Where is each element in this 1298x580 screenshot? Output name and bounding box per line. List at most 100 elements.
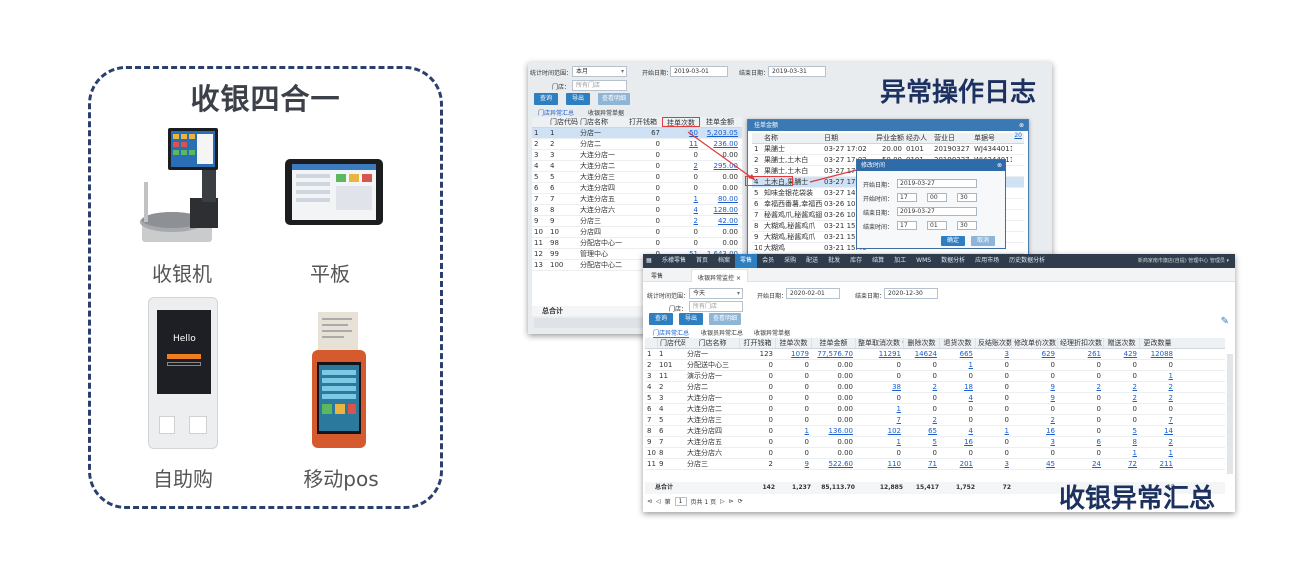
table-cell[interactable]: 1 [855, 404, 903, 414]
next-page-icon[interactable]: ▷ [720, 498, 725, 505]
nav-item[interactable]: 历史数据分析 [1004, 254, 1050, 268]
table-cell[interactable]: 9 [1011, 393, 1057, 403]
table-row[interactable]: 2 101 分配送中心三 0 0 0.00 0 0 1 0 0 0 0 0 [645, 360, 1225, 371]
column-header[interactable]: 反结账次数 [975, 338, 1011, 348]
column-header[interactable]: 挂单金额 [811, 338, 855, 348]
table-cell[interactable]: 3 [1011, 437, 1057, 447]
table-cell[interactable]: 2 [903, 382, 939, 392]
table-cell[interactable]: 2 [1139, 393, 1175, 403]
table-cell[interactable]: 2 [1139, 382, 1175, 392]
table-cell[interactable]: 2 [1011, 415, 1057, 425]
store-input[interactable]: 所有门店 [572, 80, 627, 91]
nav-item[interactable]: 数据分析 [936, 254, 970, 268]
end-minute[interactable]: 01 [927, 221, 947, 230]
close-icon[interactable]: ⊗ [1019, 120, 1024, 131]
table-cell[interactable]: 9 [1011, 382, 1057, 392]
table-cell[interactable]: 102 [855, 426, 903, 436]
tab-cashier-summary[interactable]: 收银员异常汇总 [701, 328, 743, 337]
table-row[interactable]: 6 4 大连分店二 0 0 0.00 1 0 0 0 0 0 0 0 [645, 404, 1225, 415]
column-header[interactable]: 整单取消次数 ▾ [855, 338, 903, 348]
nav-item[interactable]: 应用市场 [970, 254, 1004, 268]
column-header[interactable]: 挂单次数 [775, 338, 811, 348]
table-row[interactable]: 11 9 分店三 2 9 522.60 110 71 201 3 45 24 72 211 [645, 459, 1225, 470]
edit-icon[interactable]: ✎ [1221, 316, 1229, 327]
export-button[interactable]: 导出 [566, 93, 590, 105]
refresh-icon[interactable]: ⟳ [738, 498, 743, 505]
store-input[interactable]: 所有门店 [689, 301, 743, 312]
cancel-button[interactable]: 取消 [971, 236, 995, 246]
start-second[interactable]: 30 [957, 193, 977, 202]
table-cell[interactable]: 72 [1103, 459, 1139, 469]
table-cell[interactable]: 1 [975, 426, 1011, 436]
end-date-field[interactable]: 2019-03-27 [897, 207, 977, 216]
start-minute[interactable]: 00 [927, 193, 947, 202]
table-cell[interactable]: 2 [903, 415, 939, 425]
tab-cashier-docs[interactable]: 收银异常单据 [754, 328, 790, 337]
page-link[interactable]: 20 [1014, 132, 1022, 139]
table-cell[interactable]: 18 [939, 382, 975, 392]
range-select[interactable]: 本月 ▾ [572, 66, 627, 77]
table-cell[interactable]: 211 [1139, 459, 1175, 469]
grid-menu-icon[interactable]: ▦ [643, 254, 657, 268]
table-cell[interactable]: 71 [903, 459, 939, 469]
column-header[interactable]: 打开钱箱 [739, 338, 775, 348]
table-cell[interactable]: 77,576.70 [811, 349, 855, 359]
table-cell[interactable]: 14 [1139, 426, 1175, 436]
table-cell[interactable]: 2 [1139, 437, 1175, 447]
table-cell[interactable]: 11291 [855, 349, 903, 359]
table-cell[interactable]: 14624 [903, 349, 939, 359]
start-date-input[interactable]: 2020-02-01 [786, 288, 840, 299]
nav-item[interactable]: 结算 [867, 254, 889, 268]
table-row[interactable]: 3 11 演示分店一 0 0 0.00 0 0 0 0 0 0 0 1 [645, 371, 1225, 382]
table-cell[interactable]: 1079 [775, 349, 811, 359]
nav-item[interactable]: 采购 [779, 254, 801, 268]
table-cell[interactable]: 7 [855, 415, 903, 425]
tab-cashier-docs[interactable]: 收银异常单据 [588, 108, 624, 117]
table-cell[interactable]: 1 [1103, 448, 1139, 458]
tab-store-summary[interactable]: 门店异常汇总 [653, 328, 690, 338]
column-header[interactable]: 门店代码 [657, 338, 685, 348]
table-cell[interactable]: 38 [855, 382, 903, 392]
table-row[interactable]: 10 8 大连分店六 0 0 0.00 0 0 0 0 0 0 1 1 [645, 448, 1225, 459]
tab-abnormal-monitor[interactable]: 收银异常监控 × [691, 269, 748, 282]
table-cell[interactable]: 201 [939, 459, 975, 469]
export-button[interactable]: 导出 [679, 313, 703, 325]
table-cell[interactable]: 1 [1139, 371, 1175, 381]
table-cell[interactable]: 3 [975, 349, 1011, 359]
table-cell[interactable]: 1 [1139, 448, 1175, 458]
table-cell[interactable]: 8 [1103, 437, 1139, 447]
table-cell[interactable]: 3 [975, 459, 1011, 469]
nav-item[interactable]: 零售 [735, 254, 758, 268]
table-cell[interactable]: 16 [939, 437, 975, 447]
column-header[interactable]: 删除次数 [903, 338, 939, 348]
nav-item[interactable]: 加工 [889, 254, 911, 268]
view-detail-button[interactable]: 查看明细 [709, 313, 741, 325]
table-cell[interactable]: 429 [1103, 349, 1139, 359]
end-hour[interactable]: 17 [897, 221, 917, 230]
table-cell[interactable]: 24 [1057, 459, 1103, 469]
vertical-scrollbar[interactable] [1227, 354, 1233, 474]
table-cell[interactable]: 1 [939, 360, 975, 370]
table-cell[interactable]: 2 [1103, 382, 1139, 392]
table-cell[interactable]: 7 [1139, 415, 1175, 425]
table-cell[interactable]: 665 [939, 349, 975, 359]
nav-item[interactable]: 档案 [713, 254, 735, 268]
table-cell[interactable]: 522.60 [811, 459, 855, 469]
table-cell[interactable]: 261 [1057, 349, 1103, 359]
end-second[interactable]: 30 [957, 221, 977, 230]
close-icon[interactable]: ⊗ [997, 160, 1002, 171]
table-cell[interactable]: 4 [939, 393, 975, 403]
table-row[interactable]: 1 1 分店一 123 1079 77,576.70 11291 14624 665 3 629 26… [645, 349, 1225, 360]
table-row[interactable]: 5 3 大连分店一 0 0 0.00 0 0 4 0 9 0 2 2 [645, 393, 1225, 404]
start-hour[interactable]: 17 [897, 193, 917, 202]
prev-page-icon[interactable]: ◁ [656, 498, 661, 505]
table-cell[interactable]: 136.00 [811, 426, 855, 436]
table-cell[interactable]: 110 [855, 459, 903, 469]
table-row[interactable]: 4 2 分店二 0 0 0.00 38 2 18 0 9 2 2 2 [645, 382, 1225, 393]
table-cell[interactable]: 4 [939, 426, 975, 436]
table-row[interactable]: 9 7 大连分店五 0 0 0.00 1 5 16 0 3 6 8 2 [645, 437, 1225, 448]
table-cell[interactable]: 16 [1011, 426, 1057, 436]
column-header[interactable]: 更改数量 [1139, 338, 1175, 348]
column-header[interactable]: 门店名称 [685, 338, 739, 348]
page-input[interactable]: 1 [674, 497, 687, 506]
